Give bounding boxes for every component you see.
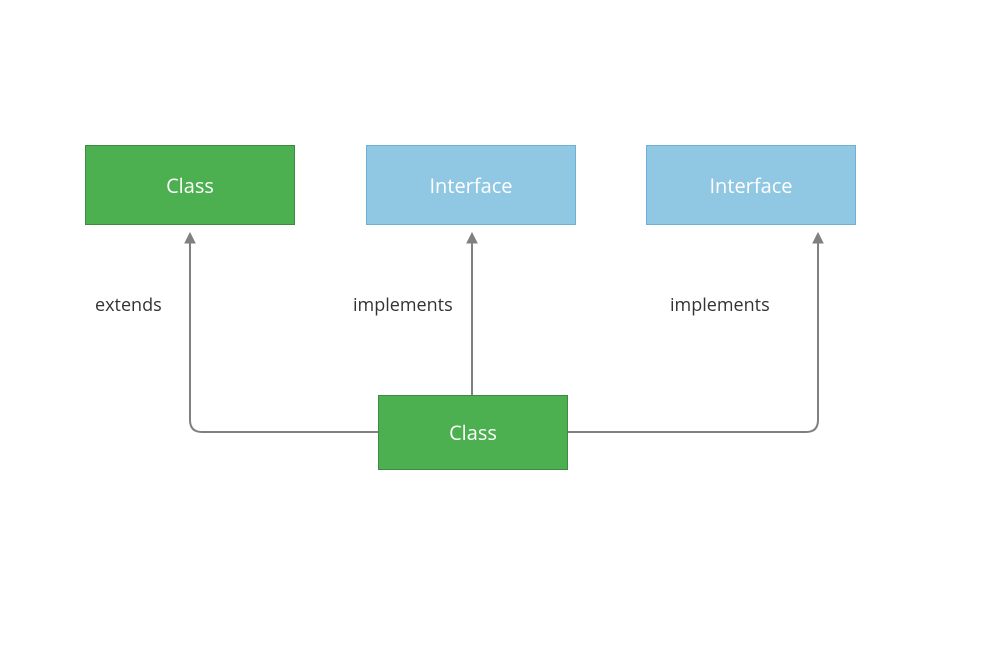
- edge-label-implements-2: implements: [670, 293, 770, 317]
- node-label: Class: [166, 172, 214, 199]
- edge-extends: [190, 238, 378, 432]
- edge-label-extends: extends: [95, 293, 162, 317]
- node-label: Class: [449, 419, 497, 446]
- edge-implements-2: [568, 238, 818, 432]
- edge-label-implements-1: implements: [353, 293, 453, 317]
- node-label: Interface: [709, 172, 792, 199]
- interface-node-1: Interface: [366, 145, 576, 225]
- class-node-child: Class: [378, 395, 568, 470]
- connectors-svg: [0, 0, 1000, 650]
- class-node-parent: Class: [85, 145, 295, 225]
- node-label: Interface: [429, 172, 512, 199]
- interface-node-2: Interface: [646, 145, 856, 225]
